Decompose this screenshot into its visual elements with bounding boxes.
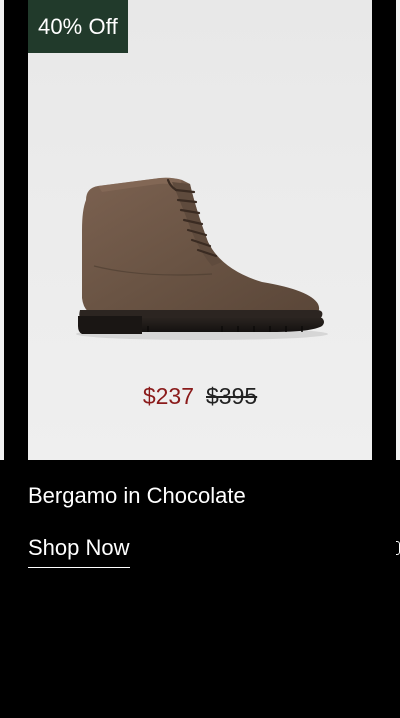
shop-now-link[interactable]: Shop Now (28, 533, 130, 568)
original-price: $395 (206, 383, 258, 409)
product-card[interactable]: 40% Off $237 $395 (28, 0, 372, 460)
next-product-card-edge[interactable] (396, 0, 400, 460)
previous-product-card-edge[interactable] (0, 0, 4, 460)
product-carousel[interactable]: 40% Off $237 $395 Bergamo in Chocolate S… (0, 0, 400, 718)
sale-price: $237 (142, 383, 194, 409)
product-image-panel[interactable]: 40% Off $237 $395 (28, 0, 372, 460)
discount-badge: 40% Off (28, 0, 128, 53)
next-shop-now-link-fragment[interactable] (396, 535, 400, 565)
product-name[interactable]: Bergamo in Chocolate (28, 481, 246, 511)
boot-product-image[interactable] (72, 170, 332, 345)
price-row: $237 $395 (28, 382, 372, 410)
